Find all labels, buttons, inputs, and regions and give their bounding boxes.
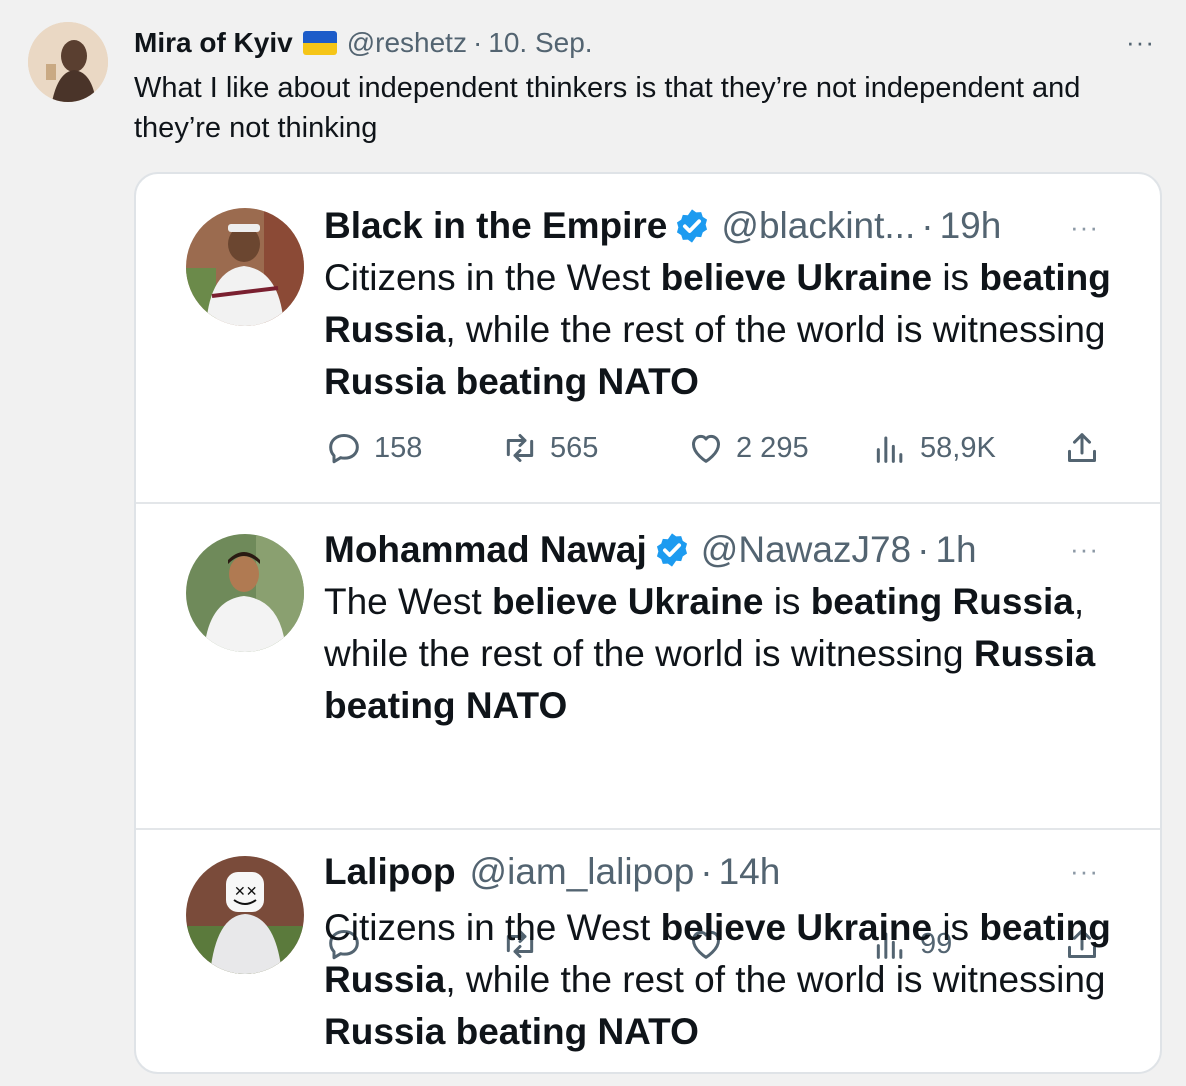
quoted-tweet-1-name[interactable]: Black in the Empire bbox=[324, 204, 667, 248]
outer-tweet-text: What I like about independent thinkers i… bbox=[134, 72, 1081, 144]
quoted-tweet-2-avatar[interactable] bbox=[186, 534, 304, 652]
quoted-tweet-1-text: Citizens in the West believe Ukraine is … bbox=[324, 252, 1114, 408]
quoted-tweet-3-header: Lalipop @iam_lalipop · 14h bbox=[324, 850, 780, 894]
text-part: The West bbox=[324, 581, 492, 622]
quoted-image-card[interactable]: Black in the Empire @blackint... · 19h ·… bbox=[134, 172, 1162, 1074]
share-icon bbox=[1068, 433, 1096, 462]
reply-button[interactable]: 158 bbox=[324, 428, 422, 468]
text-part: , while the rest of the world is witness… bbox=[445, 309, 1106, 350]
text-part: Citizens in the West bbox=[324, 257, 661, 298]
quoted-tweet-1-header: Black in the Empire @blackint... · 19h bbox=[324, 204, 1001, 248]
quoted-tweet-3-handle[interactable]: @iam_lalipop bbox=[470, 850, 695, 894]
text-part: is bbox=[763, 581, 811, 622]
text-part: is bbox=[932, 257, 980, 298]
more-options-icon[interactable]: ··· bbox=[1126, 29, 1155, 55]
share-button[interactable] bbox=[1062, 428, 1102, 468]
heart-icon bbox=[692, 434, 720, 463]
quoted-tweet-2[interactable]: Mohammad Nawaj @NawazJ78 · 1h ··· The We… bbox=[136, 504, 1160, 960]
reply-count: 158 bbox=[374, 431, 423, 464]
quoted-tweet-2-header: Mohammad Nawaj @NawazJ78 · 1h bbox=[324, 528, 977, 572]
quoted-tweet-2-text: The West believe Ukraine is beating Russ… bbox=[324, 576, 1114, 732]
quoted-tweet-1-actions: 158 565 2 295 58,9K bbox=[324, 428, 1114, 468]
quoted-tweet-3-separator: · bbox=[700, 851, 713, 892]
quoted-tweet-1-time[interactable]: 19h bbox=[940, 204, 1002, 248]
views-count: 58,9K bbox=[920, 431, 996, 464]
quoted-tweet-3-avatar[interactable]: ✕✕ bbox=[186, 856, 304, 974]
text-part: , while the rest of the world is witness… bbox=[445, 959, 1106, 1000]
quoted-tweet-3-name[interactable]: Lalipop bbox=[324, 850, 456, 894]
verified-badge-icon bbox=[677, 209, 708, 243]
svg-text:✕✕: ✕✕ bbox=[234, 884, 257, 900]
retweet-count: 565 bbox=[550, 431, 599, 464]
more-options-icon[interactable]: ··· bbox=[1070, 856, 1099, 887]
text-part: is bbox=[932, 907, 980, 948]
text-part-bold: beating Russia bbox=[810, 581, 1074, 622]
quoted-tweet-1[interactable]: Black in the Empire @blackint... · 19h ·… bbox=[136, 174, 1160, 504]
screenshot: Mira of Kyiv @reshetz · 10. Sep. ··· Wha… bbox=[0, 0, 1186, 1086]
quoted-tweet-3[interactable]: ✕✕ Lalipop @iam_lalipop · 14h ··· Citize… bbox=[136, 830, 1160, 1072]
quoted-tweet-2-handle[interactable]: @NawazJ78 bbox=[701, 528, 911, 572]
like-button[interactable]: 2 295 bbox=[686, 428, 809, 468]
quoted-tweet-2-time[interactable]: 1h bbox=[935, 528, 976, 572]
verified-badge-icon bbox=[656, 533, 687, 567]
text-part-bold: Russia beating NATO bbox=[324, 361, 699, 402]
retweet-button[interactable]: 565 bbox=[500, 428, 598, 468]
outer-tweet-header: Mira of Kyiv @reshetz · 10. Sep. bbox=[134, 26, 593, 60]
text-part-bold: Russia beating NATO bbox=[324, 1011, 699, 1052]
outer-author-name[interactable]: Mira of Kyiv bbox=[134, 26, 293, 60]
outer-date[interactable]: 10. Sep. bbox=[488, 26, 592, 60]
retweet-icon bbox=[506, 434, 534, 462]
quoted-tweet-3-text: Citizens in the West believe Ukraine is … bbox=[324, 902, 1114, 1058]
outer-separator: · bbox=[472, 27, 483, 58]
text-part-bold: believe Ukraine bbox=[491, 581, 764, 622]
text-part-bold: believe Ukraine bbox=[660, 257, 933, 298]
quoted-tweet-3-time[interactable]: 14h bbox=[719, 850, 781, 894]
text-part-bold: believe Ukraine bbox=[660, 907, 933, 948]
outer-author-handle[interactable]: @reshetz bbox=[347, 26, 467, 60]
reply-icon bbox=[329, 434, 359, 464]
quoted-tweet-1-separator: · bbox=[921, 205, 934, 246]
like-count: 2 295 bbox=[736, 431, 809, 464]
quoted-tweet-2-name[interactable]: Mohammad Nawaj bbox=[324, 528, 647, 572]
views-button[interactable]: 58,9K bbox=[870, 428, 996, 468]
text-part: Citizens in the West bbox=[324, 907, 661, 948]
quoted-tweet-1-handle[interactable]: @blackint... bbox=[721, 204, 915, 248]
views-icon bbox=[876, 436, 903, 463]
more-options-icon[interactable]: ··· bbox=[1070, 534, 1099, 565]
outer-avatar[interactable] bbox=[28, 22, 108, 102]
quoted-tweet-1-avatar[interactable] bbox=[186, 208, 304, 326]
ukraine-flag-icon bbox=[302, 31, 337, 55]
quoted-tweet-2-separator: · bbox=[917, 529, 930, 570]
more-options-icon[interactable]: ··· bbox=[1070, 212, 1099, 243]
